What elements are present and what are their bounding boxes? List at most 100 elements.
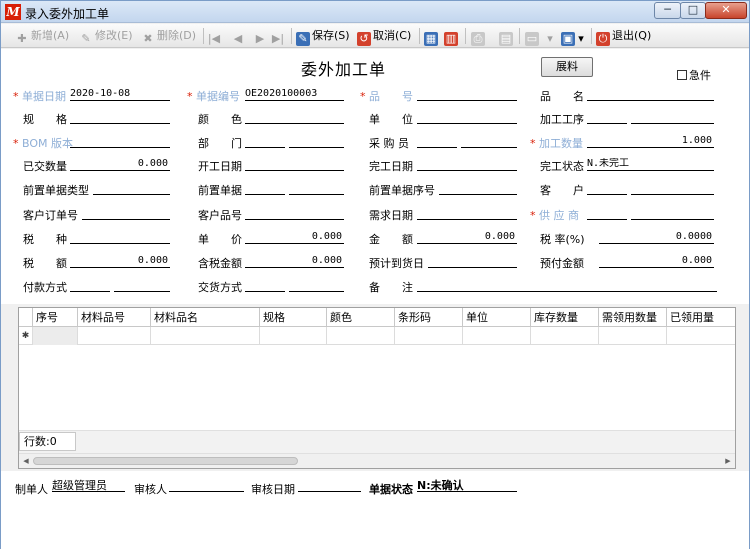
minimize-button[interactable]: ─ [654, 2, 681, 19]
close-button[interactable]: ✕ [705, 2, 747, 19]
process-name-field[interactable] [631, 111, 714, 124]
remark-field[interactable] [417, 279, 717, 292]
column-header[interactable]: 材料品名 [151, 308, 260, 327]
tax-type-field[interactable] [70, 231, 170, 244]
supplier-name-field[interactable] [631, 207, 714, 220]
supplier-label: 供 应 商 [530, 207, 579, 223]
expand-material-button[interactable]: 展料 [541, 57, 593, 77]
pre-doc-code-field[interactable] [245, 182, 285, 195]
scroll-left-icon[interactable]: ◀ [20, 455, 32, 467]
table-cell[interactable] [78, 327, 151, 345]
new-button[interactable]: ✚ 新增(A) [15, 27, 69, 45]
doc-date-field[interactable]: 2020-10-08 [70, 88, 170, 101]
table-cell[interactable] [260, 327, 327, 345]
preview-button[interactable]: ▤ [499, 27, 515, 46]
next-record-button[interactable]: ▶ [253, 27, 269, 45]
column-header[interactable]: 已领用量 [667, 308, 735, 327]
print-button[interactable]: ⎙ [471, 27, 487, 46]
preview-icon: ▤ [499, 32, 513, 46]
power-icon: ⏻ [596, 32, 610, 46]
prev-record-button[interactable]: ◀ [231, 27, 247, 45]
customer-name-field[interactable] [631, 182, 714, 195]
tax-incl-field[interactable]: 0.000 [245, 255, 344, 268]
customer-code-field[interactable] [587, 182, 627, 195]
pay-method-name-field[interactable] [114, 279, 170, 292]
horizontal-scrollbar[interactable]: ◀ ▶ [19, 453, 735, 468]
exit-button[interactable]: ⏻ 退出(Q) [596, 27, 651, 46]
first-record-button[interactable]: |◀ [207, 27, 223, 45]
start-date-field[interactable] [245, 158, 344, 171]
table-cell[interactable] [599, 327, 667, 345]
table-cell[interactable] [395, 327, 463, 345]
export-button[interactable]: ▭ [525, 27, 541, 46]
maximize-button[interactable]: □ [680, 2, 706, 19]
finish-date-field[interactable] [417, 158, 517, 171]
tools-button[interactable]: ▣ ▾ [561, 27, 587, 46]
column-header[interactable]: 库存数量 [531, 308, 599, 327]
scrollbar-thumb[interactable] [33, 457, 298, 465]
supplier-code-field[interactable] [587, 207, 627, 220]
item-no-field[interactable] [417, 88, 517, 101]
pre-doc-seq-field[interactable] [439, 182, 517, 195]
column-header[interactable]: 条形码 [395, 308, 463, 327]
urgent-checkbox[interactable]: 急件 [677, 67, 711, 83]
amount-field[interactable]: 0.000 [417, 231, 517, 244]
pre-doc-type-field[interactable] [93, 182, 170, 195]
import-doc-button[interactable]: ▥ [444, 27, 460, 46]
last-record-button[interactable]: ▶| [271, 27, 287, 45]
ship-method-name-field[interactable] [289, 279, 344, 292]
scroll-right-icon[interactable]: ▶ [722, 455, 734, 467]
column-header[interactable]: 材料品号 [78, 308, 151, 327]
prepay-field[interactable]: 0.000 [599, 255, 714, 268]
table-row[interactable]: ✱ [19, 327, 735, 345]
delete-button[interactable]: ✖ 删除(D) [141, 27, 196, 45]
dept-name-field[interactable] [289, 135, 344, 148]
export-dropdown[interactable]: ▾ [543, 27, 559, 45]
cust-item-field[interactable] [245, 207, 344, 220]
pre-doc-no-field[interactable] [289, 182, 344, 195]
column-header[interactable]: 颜色 [327, 308, 395, 327]
price-field[interactable]: 0.000 [245, 231, 344, 244]
spec-field[interactable] [70, 111, 170, 124]
auditor-label: 审核人 [134, 483, 167, 496]
title-bar: M 录入委外加工单 ─ □ ✕ [1, 1, 749, 23]
buyer-name-field[interactable] [461, 135, 517, 148]
grid-header: 序号 材料品号 材料品名 规格 颜色 条形码 单位 库存数量 需领用数量 已领用… [19, 308, 735, 327]
cust-order-field[interactable] [82, 207, 170, 220]
need-date-field[interactable] [417, 207, 517, 220]
table-cell[interactable] [33, 327, 78, 345]
edit-button[interactable]: ✎ 修改(E) [79, 27, 132, 45]
delivered-qty-field[interactable]: 0.000 [70, 158, 170, 171]
cancel-button[interactable]: ↺ 取消(C) [357, 27, 411, 46]
buyer-code-field[interactable] [417, 135, 457, 148]
table-cell[interactable] [667, 327, 735, 345]
save-button[interactable]: ✎ 保存(S) [296, 27, 350, 46]
copy-doc-button[interactable]: ▦ [424, 27, 440, 46]
new-icon: ✚ [17, 32, 27, 45]
dept-code-field[interactable] [245, 135, 285, 148]
finish-status-field[interactable]: N.未完工 [587, 158, 714, 171]
unit-field[interactable] [417, 111, 517, 124]
color-field[interactable] [245, 111, 344, 124]
process-code-field[interactable] [587, 111, 627, 124]
qty-field[interactable]: 1.000 [587, 135, 714, 148]
column-header[interactable]: 序号 [33, 308, 78, 327]
column-header[interactable]: 规格 [260, 308, 327, 327]
tax-field[interactable]: 0.000 [70, 255, 170, 268]
table-cell[interactable] [327, 327, 395, 345]
doc-no-field[interactable]: OE2020100003 [245, 88, 344, 101]
column-header[interactable]: 需领用数量 [599, 308, 667, 327]
table-cell[interactable] [531, 327, 599, 345]
bom-field[interactable] [70, 135, 170, 148]
item-name-field[interactable] [587, 88, 714, 101]
tax-incl-label: 含税金额 [198, 257, 242, 270]
pay-method-code-field[interactable] [70, 279, 110, 292]
column-header[interactable]: 单位 [463, 308, 531, 327]
table-cell[interactable] [151, 327, 260, 345]
toolbar-divider [519, 28, 520, 44]
ship-method-code-field[interactable] [245, 279, 285, 292]
table-cell[interactable] [463, 327, 531, 345]
arrival-date-field[interactable] [428, 255, 517, 268]
grid-row-indicator-header [19, 308, 33, 327]
tax-rate-field[interactable]: 0.0000 [599, 231, 714, 244]
